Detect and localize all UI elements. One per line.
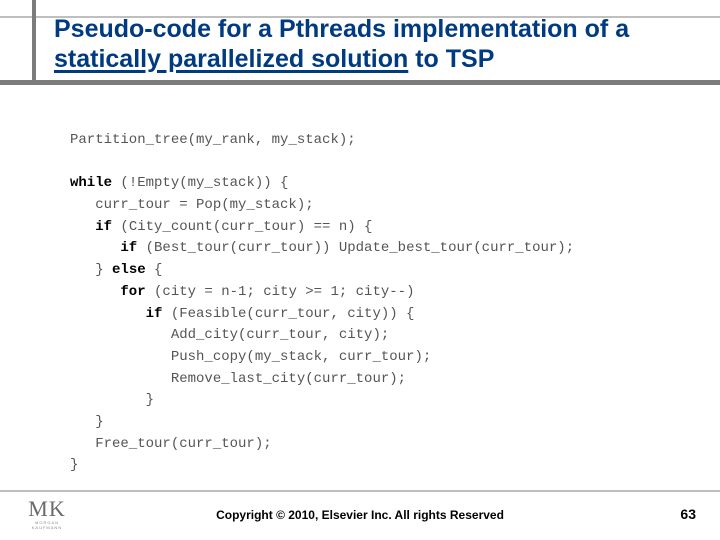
code-l13: } — [70, 392, 154, 408]
title-line1: Pseudo-code for a Pthreads implementatio… — [54, 15, 629, 43]
code-l07c: { — [146, 262, 163, 278]
kw-else: else — [112, 262, 146, 278]
code-block: Partition_tree(my_rank, my_stack); while… — [70, 130, 670, 477]
left-vertical-rule — [32, 0, 36, 80]
kw-if-2: if — [70, 240, 137, 256]
code-l06b: (Best_tour(curr_tour)) Update_best_tour(… — [137, 240, 574, 256]
kw-for: for — [70, 284, 146, 300]
copyright-text: Copyright © 2010, Elsevier Inc. All righ… — [0, 508, 720, 522]
code-l05b: (City_count(curr_tour) == n) { — [112, 219, 372, 235]
kw-while: while — [70, 175, 112, 191]
code-l03b: (!Empty(my_stack)) { — [112, 175, 288, 191]
code-l04: curr_tour = Pop(my_stack); — [70, 197, 314, 213]
slide: Pseudo-code for a Pthreads implementatio… — [0, 0, 720, 540]
title-line2-rest: to TSP — [408, 45, 494, 73]
kw-if-1: if — [70, 219, 112, 235]
code-l09b: (Feasible(curr_tour, city)) { — [162, 306, 414, 322]
page-number: 63 — [680, 506, 696, 522]
title-line2-underlined: statically parallelized solution — [54, 45, 408, 73]
page-title: Pseudo-code for a Pthreads implementatio… — [54, 14, 664, 74]
kw-if-3: if — [70, 306, 162, 322]
code-l01: Partition_tree(my_rank, my_stack); — [70, 132, 356, 148]
under-title-rule — [0, 80, 720, 85]
code-l14: } — [70, 414, 104, 430]
code-l15: Free_tour(curr_tour); — [70, 436, 272, 452]
footer-rule — [0, 490, 720, 492]
code-l07a: } — [70, 262, 112, 278]
code-l12: Remove_last_city(curr_tour); — [70, 371, 406, 387]
code-l11: Push_copy(my_stack, curr_tour); — [70, 349, 431, 365]
code-l08b: (city = n-1; city >= 1; city--) — [146, 284, 415, 300]
code-l10: Add_city(curr_tour, city); — [70, 327, 389, 343]
code-l16: } — [70, 457, 78, 473]
